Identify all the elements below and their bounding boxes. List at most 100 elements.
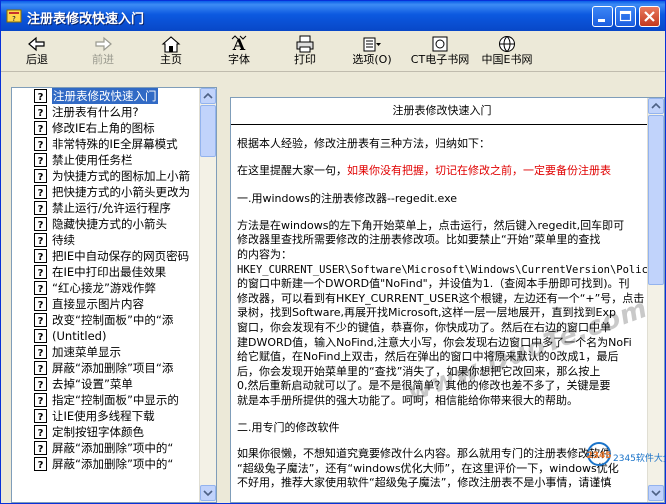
- svg-text:?: ?: [38, 412, 44, 423]
- tree-item-label: 直接显示图片内容: [52, 297, 144, 311]
- printer-icon: [296, 35, 314, 53]
- help-topic-icon: ?: [34, 409, 47, 423]
- corner-logo: 2345 2345软件大全: [586, 442, 665, 466]
- tree-item[interactable]: ? 加速菜单显示: [12, 344, 200, 360]
- warning-paragraph: 在这里提醒大家一句，如果你没有把握，切记在修改之前，一定要备份注册表: [237, 164, 647, 179]
- forward-button[interactable]: 前进: [81, 33, 125, 69]
- help-topic-icon: ?: [34, 201, 47, 215]
- svg-text:?: ?: [38, 300, 44, 311]
- help-topic-icon: ?: [34, 233, 47, 247]
- tree-item[interactable]: ? 改变“控制面板”中的“添: [12, 312, 200, 328]
- content-scroll-up-button[interactable]: [648, 98, 664, 114]
- tree-item-label: 去掉“设置”菜单: [52, 377, 133, 391]
- tree-item-label: 屏蔽“添加删除”项中的“: [52, 441, 174, 455]
- help-topic-icon: ?: [34, 249, 47, 263]
- tree-item[interactable]: ? “红心接龙”游戏作弊: [12, 280, 200, 296]
- tree-item-label: 加速菜单显示: [52, 345, 121, 359]
- content-scroll-thumb[interactable]: [648, 115, 664, 285]
- content-scroll-down-button[interactable]: [648, 485, 664, 501]
- font-label: 字体: [228, 53, 250, 66]
- font-button[interactable]: A 字体: [217, 33, 261, 69]
- china-ebook-link[interactable]: 中国E书网: [477, 33, 537, 69]
- options-menu-button[interactable]: 选项(O): [347, 33, 397, 69]
- tree-item[interactable]: ? 定制按钮字体颜色: [12, 424, 200, 440]
- svg-text:2345: 2345: [586, 451, 611, 461]
- window-title: 注册表修改快速入门: [27, 12, 145, 27]
- topic-tree[interactable]: ? 注册表修改快速入门? 注册表有什么用?? 修改IE右上角的图标? 非常特殊的IE全屏…: [11, 87, 217, 503]
- forward-label: 前进: [92, 53, 114, 66]
- china-ebook-label: 中国E书网: [481, 53, 533, 66]
- back-button[interactable]: 后退: [15, 33, 59, 69]
- tree-item[interactable]: ? 注册表修改快速入门: [12, 88, 200, 104]
- tree-item[interactable]: ? 屏蔽“添加删除”项中的“: [12, 456, 200, 472]
- help-topic-icon: ?: [34, 297, 47, 311]
- tree-item-label: 禁止使用任务栏: [52, 153, 133, 167]
- tree-item[interactable]: ? 待续: [12, 232, 200, 248]
- svg-text:?: ?: [38, 140, 44, 151]
- ct-ebook-label: CT电子书网: [410, 53, 470, 66]
- forward-arrow-icon: [95, 36, 112, 52]
- help-topic-icon: ?: [34, 329, 47, 343]
- svg-text:?: ?: [38, 460, 44, 471]
- print-label: 打印: [294, 53, 316, 66]
- tree-item[interactable]: ? 指定“控制面板”中显示的: [12, 392, 200, 408]
- tree-item[interactable]: ? 禁止使用任务栏: [12, 152, 200, 168]
- svg-text:?: ?: [38, 348, 44, 359]
- svg-text:?: ?: [38, 316, 44, 327]
- tree-item[interactable]: ? 隐藏快捷方式的小箭头: [12, 216, 200, 232]
- tree-item[interactable]: ? 屏蔽“添加删除”项目“添: [12, 360, 200, 376]
- help-topic-icon: ?: [34, 217, 47, 231]
- tree-scrollbar[interactable]: [199, 88, 216, 502]
- tree-item[interactable]: ? (Untitled): [12, 328, 200, 344]
- home-button[interactable]: 主页: [149, 33, 193, 69]
- tree-item[interactable]: ? 在IE中打印出最佳效果: [12, 264, 200, 280]
- home-icon: [161, 36, 181, 53]
- tree-item[interactable]: ? 为快捷方式的图标加上小箭: [12, 168, 200, 184]
- warning-prefix: 在这里提醒大家一句，: [237, 163, 347, 177]
- svg-text:?: ?: [38, 380, 44, 391]
- tree-item[interactable]: ? 屏蔽“添加删除”项中的“: [12, 440, 200, 456]
- tree-item[interactable]: ? 禁止运行/允许运行程序: [12, 200, 200, 216]
- tree-item[interactable]: ? 让IE使用多线程下载: [12, 408, 200, 424]
- tree-item[interactable]: ? 去掉“设置”菜单: [12, 376, 200, 392]
- svg-text:?: ?: [38, 220, 44, 231]
- tree-item-label: 把快捷方式的小箭头更改为: [52, 185, 190, 199]
- help-topic-icon: ?: [34, 441, 47, 455]
- maximize-icon: [619, 10, 632, 22]
- title-bar[interactable]: ? 注册表修改快速入门: [1, 1, 665, 31]
- close-button[interactable]: [639, 6, 660, 27]
- print-button[interactable]: 打印: [283, 33, 327, 69]
- help-topic-icon: ?: [34, 137, 47, 151]
- tree-item-label: 隐藏快捷方式的小箭头: [52, 217, 167, 231]
- tree-scroll-thumb[interactable]: [200, 105, 216, 157]
- tree-item[interactable]: ? 非常特殊的IE全屏幕模式: [12, 136, 200, 152]
- help-topic-icon: ?: [34, 313, 47, 327]
- tree-item-label: 屏蔽“添加删除”项中的“: [52, 457, 174, 471]
- help-topic-icon: ?: [34, 121, 47, 135]
- method1-detail-1: 的窗口中新建一个DWORD值"NoFind"，并设值为1.（查阅本手册即可找到)…: [237, 277, 630, 291]
- tree-item[interactable]: ? 把IE中自动保存的网页密码: [12, 248, 200, 264]
- maximize-button[interactable]: [615, 6, 636, 27]
- minimize-button[interactable]: [592, 6, 613, 27]
- help-topic-icon: ?: [34, 457, 47, 471]
- help-topic-icon: ?: [34, 89, 47, 103]
- tree-item-label: 为快捷方式的图标加上小箭: [52, 169, 190, 183]
- tree-scroll-down-button[interactable]: [200, 485, 216, 501]
- article: 注册表修改快速入门 根据本人经验，修改注册表有三种方法，归纳如下： 在这里提醒大…: [231, 98, 653, 491]
- ct-ebook-link[interactable]: CT电子书网: [405, 33, 475, 69]
- tree-item[interactable]: ? 直接显示图片内容: [12, 296, 200, 312]
- article-title: 注册表修改快速入门: [231, 98, 653, 125]
- svg-text:?: ?: [38, 156, 44, 167]
- help-topic-icon: ?: [34, 265, 47, 279]
- back-arrow-icon: [28, 36, 45, 52]
- help-topic-icon: ?: [34, 425, 47, 439]
- tree-scroll-up-button[interactable]: [200, 88, 216, 104]
- tree-item[interactable]: ? 修改IE右上角的图标: [12, 120, 200, 136]
- svg-text:?: ?: [38, 332, 44, 343]
- svg-text:?: ?: [38, 284, 44, 295]
- svg-text:?: ?: [38, 108, 44, 119]
- tree-item[interactable]: ? 注册表有什么用?: [12, 104, 200, 120]
- registry-path: HKEY_CURRENT_USER\Software\Microsoft\Win…: [237, 263, 647, 276]
- tree-item[interactable]: ? 把快捷方式的小箭头更改为: [12, 184, 200, 200]
- help-window: ? 注册表修改快速入门 后退 前进 主页 A 字体 打印 选项(O) CT电子书…: [0, 0, 666, 504]
